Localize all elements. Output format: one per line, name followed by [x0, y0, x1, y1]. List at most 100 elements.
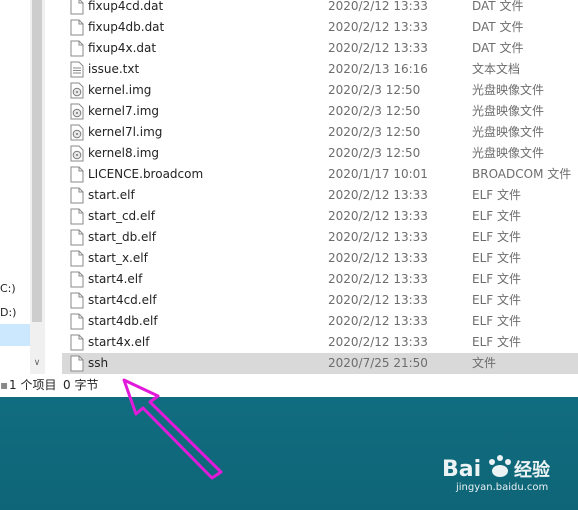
- nav-scrollbar-thumb[interactable]: [32, 0, 42, 322]
- file-name: kernel7l.img: [88, 125, 163, 139]
- file-date-modified: 2020/2/12 13:33: [328, 209, 428, 223]
- file-date-modified: 2020/2/12 13:33: [328, 293, 428, 307]
- file-date-modified: 2020/2/12 13:33: [328, 251, 428, 265]
- file-row[interactable]: issue.txt 2020/2/13 16:16 文本文档: [62, 59, 578, 80]
- file-name: fixup4cd.dat: [88, 0, 164, 13]
- file-type: ELF 文件: [472, 293, 521, 307]
- status-item-count: 1 个项目: [9, 378, 57, 392]
- file-type: 光盘映像文件: [472, 83, 545, 97]
- file-name: fixup4x.dat: [88, 41, 157, 55]
- file-date-modified: 2020/1/17 10:01: [328, 167, 428, 181]
- file-row[interactable]: start4cd.elf 2020/2/12 13:33 ELF 文件: [62, 290, 578, 311]
- file-name: LICENCE.broadcom: [88, 167, 204, 181]
- file-icon: [70, 229, 84, 246]
- file-row[interactable]: start_x.elf 2020/2/12 13:33 ELF 文件: [62, 248, 578, 269]
- file-icon: [70, 166, 84, 183]
- file-type: 光盘映像文件: [472, 125, 545, 139]
- file-row[interactable]: kernel8.img 2020/2/3 12:50 光盘映像文件: [62, 143, 578, 164]
- file-name: start_cd.elf: [88, 209, 155, 223]
- file-type: ELF 文件: [472, 335, 521, 349]
- file-type: 光盘映像文件: [472, 104, 545, 118]
- file-name: start.elf: [88, 188, 135, 202]
- status-bar: ▪ 1 个项目 0 字节: [0, 374, 578, 397]
- file-date-modified: 2020/2/12 13:33: [328, 272, 428, 286]
- file-icon: [70, 208, 84, 225]
- nav-scrollbar[interactable]: ∨: [30, 0, 44, 374]
- file-row[interactable]: kernel.img 2020/2/3 12:50 光盘映像文件: [62, 80, 578, 101]
- nav-selected-item[interactable]: [0, 324, 30, 346]
- file-date-modified: 2020/2/12 13:33: [328, 188, 428, 202]
- file-type: 光盘映像文件: [472, 146, 545, 160]
- file-row[interactable]: start_cd.elf 2020/2/12 13:33 ELF 文件: [62, 206, 578, 227]
- file-row[interactable]: start.elf 2020/2/12 13:33 ELF 文件: [62, 185, 578, 206]
- file-icon: [70, 271, 84, 288]
- file-date-modified: 2020/2/12 13:33: [328, 20, 428, 34]
- file-date-modified: 2020/2/12 13:33: [328, 41, 428, 55]
- nav-item-drive-c[interactable]: C:): [0, 282, 16, 296]
- navigation-pane: C:) D:) ∨: [0, 0, 45, 374]
- file-icon: [70, 355, 84, 372]
- svg-text:经验: 经验: [514, 459, 551, 481]
- file-name: kernel7.img: [88, 104, 160, 118]
- file-type: ELF 文件: [472, 230, 521, 244]
- file-icon: [70, 334, 84, 351]
- file-name: start4x.elf: [88, 335, 150, 349]
- file-icon: [70, 19, 84, 36]
- file-type: ELF 文件: [472, 188, 521, 202]
- file-row[interactable]: ssh 2020/7/25 21:50 文件: [62, 353, 578, 374]
- file-explorer-window: C:) D:) ∨ fixup4cd.dat 2020/2/12 13:33 DAT…: [0, 0, 578, 397]
- file-icon: [70, 292, 84, 309]
- file-date-modified: 2020/2/3 12:50: [328, 104, 421, 118]
- file-row[interactable]: kernel7.img 2020/2/3 12:50 光盘映像文件: [62, 101, 578, 122]
- disc-image-icon: [70, 145, 84, 162]
- file-name: kernel.img: [88, 83, 152, 97]
- file-date-modified: 2020/2/12 13:33: [328, 230, 428, 244]
- disc-image-icon: [70, 103, 84, 120]
- file-type: 文件: [472, 356, 497, 370]
- scroll-down-icon[interactable]: ∨: [31, 356, 43, 370]
- file-row[interactable]: kernel7l.img 2020/2/3 12:50 光盘映像文件: [62, 122, 578, 143]
- file-date-modified: 2020/2/3 12:50: [328, 83, 421, 97]
- file-name: fixup4db.dat: [88, 20, 165, 34]
- file-row[interactable]: fixup4cd.dat 2020/2/12 13:33 DAT 文件: [62, 0, 578, 17]
- file-name: issue.txt: [88, 62, 140, 76]
- file-icon: [70, 40, 84, 57]
- file-row[interactable]: fixup4x.dat 2020/2/12 13:33 DAT 文件: [62, 38, 578, 59]
- file-type: ELF 文件: [472, 251, 521, 265]
- file-icon: [70, 0, 84, 15]
- file-type: ELF 文件: [472, 272, 521, 286]
- disc-image-icon: [70, 82, 84, 99]
- file-type: DAT 文件: [472, 20, 524, 34]
- file-row[interactable]: fixup4db.dat 2020/2/12 13:33 DAT 文件: [62, 17, 578, 38]
- file-date-modified: 2020/2/13 16:16: [328, 62, 428, 76]
- file-date-modified: 2020/2/3 12:50: [328, 125, 421, 139]
- file-icon: [70, 187, 84, 204]
- file-row[interactable]: start4x.elf 2020/2/12 13:33 ELF 文件: [62, 332, 578, 353]
- svg-text:Bai: Bai: [442, 457, 481, 482]
- file-type: DAT 文件: [472, 41, 524, 55]
- file-name: ssh: [88, 356, 109, 370]
- watermark-url: jingyan.baidu.com: [456, 482, 549, 493]
- status-selected-size: 0 字节: [63, 378, 99, 392]
- file-row[interactable]: LICENCE.broadcom 2020/1/17 10:01 BROADCOM …: [62, 164, 578, 185]
- file-type: BROADCOM 文件: [472, 167, 572, 181]
- file-name: start_x.elf: [88, 251, 148, 265]
- nav-item-drive-d[interactable]: D:): [0, 306, 16, 320]
- file-name: start4cd.elf: [88, 293, 157, 307]
- file-icon: [70, 313, 84, 330]
- file-row[interactable]: start_db.elf 2020/2/12 13:33 ELF 文件: [62, 227, 578, 248]
- file-date-modified: 2020/2/12 13:33: [328, 335, 428, 349]
- file-name: start4db.elf: [88, 314, 158, 328]
- file-name: start4.elf: [88, 272, 143, 286]
- file-row[interactable]: start4.elf 2020/2/12 13:33 ELF 文件: [62, 269, 578, 290]
- file-icon: [70, 250, 84, 267]
- file-date-modified: 2020/2/12 13:33: [328, 0, 428, 13]
- file-date-modified: 2020/7/25 21:50: [328, 356, 428, 370]
- file-name: start_db.elf: [88, 230, 156, 244]
- file-list: fixup4cd.dat 2020/2/12 13:33 DAT 文件 fixup4d…: [44, 0, 578, 374]
- file-date-modified: 2020/2/3 12:50: [328, 146, 421, 160]
- file-name: kernel8.img: [88, 146, 160, 160]
- file-row[interactable]: start4db.elf 2020/2/12 13:33 ELF 文件: [62, 311, 578, 332]
- status-separator: ▪: [0, 378, 9, 392]
- file-date-modified: 2020/2/12 13:33: [328, 314, 428, 328]
